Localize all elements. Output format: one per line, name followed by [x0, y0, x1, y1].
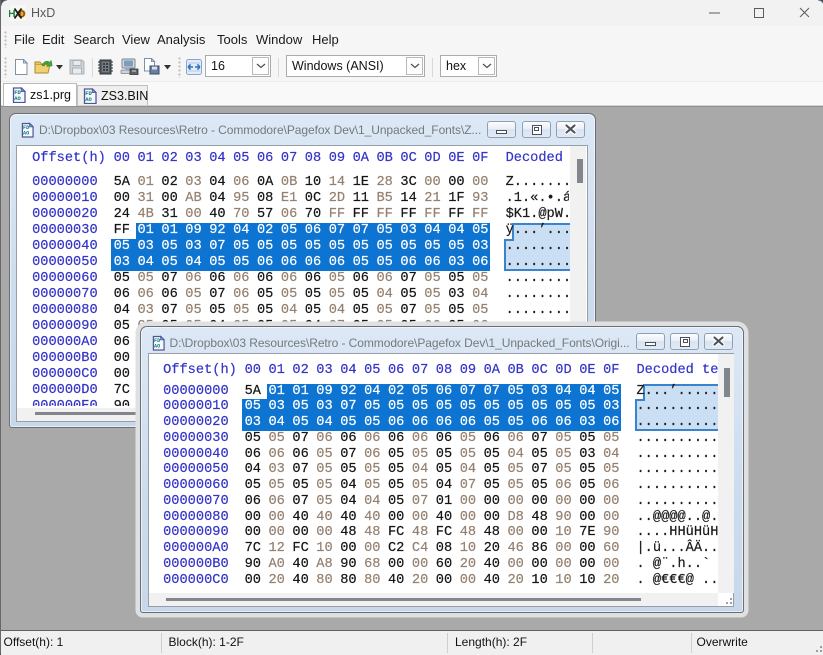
svg-text:AO: AO [14, 95, 21, 102]
svg-text:AO: AO [23, 131, 29, 137]
svg-text:AO: AO [85, 96, 92, 103]
svg-text:AO: AO [154, 343, 160, 349]
